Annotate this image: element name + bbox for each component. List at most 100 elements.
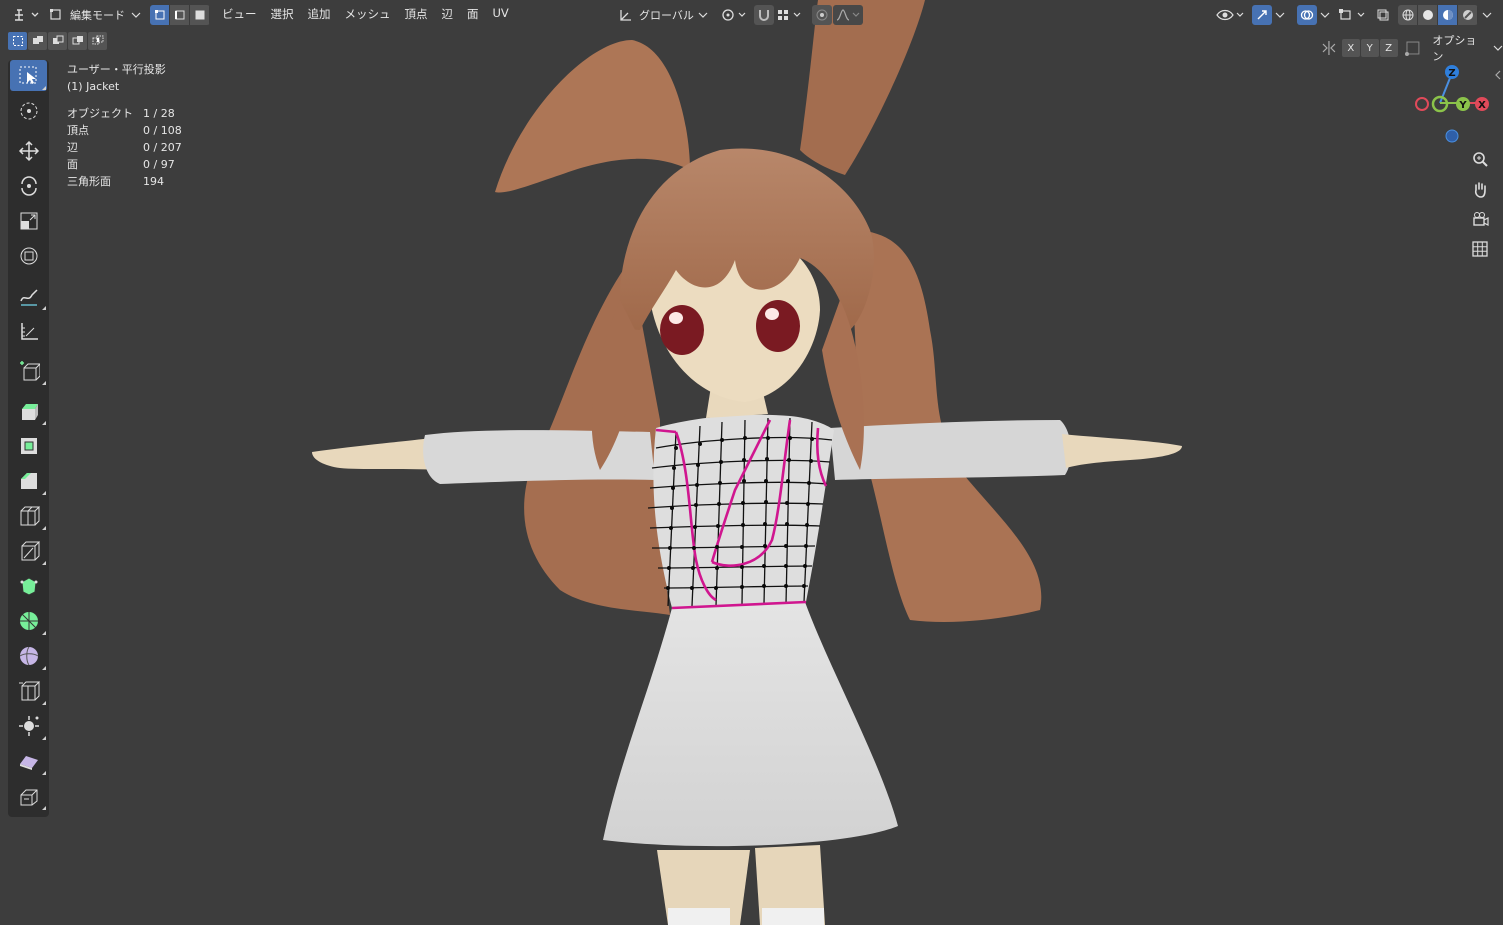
view-name: ユーザー・平行投影 — [67, 63, 166, 76]
face-select-button[interactable] — [190, 5, 210, 25]
transform-orientation-dropdown[interactable]: グローバル — [618, 5, 712, 25]
wireframe-shading-button[interactable] — [1398, 5, 1418, 25]
snap-toggle[interactable] — [754, 5, 774, 25]
poly-build-tool[interactable] — [10, 570, 47, 601]
menu-uv[interactable]: UV — [486, 4, 516, 24]
annotate-tool[interactable] — [10, 280, 47, 311]
perspective-toggle-button[interactable] — [1467, 236, 1493, 262]
overlay-toggle[interactable] — [1297, 5, 1317, 25]
proportional-edit-toggle[interactable] — [812, 5, 832, 25]
rotate-tool[interactable] — [10, 170, 47, 201]
gizmo-x-label: X — [1478, 100, 1486, 111]
rendered-shading-button[interactable] — [1458, 5, 1478, 25]
select-subtract-button[interactable] — [48, 32, 67, 50]
menu-face[interactable]: 面 — [460, 4, 486, 24]
inset-faces-tool[interactable] — [10, 430, 47, 461]
rip-region-icon — [20, 789, 37, 805]
orientation-label: グローバル — [639, 9, 694, 22]
eye-left — [660, 305, 704, 355]
menu-vertex[interactable]: 頂点 — [398, 4, 435, 24]
grid-icon — [1472, 241, 1488, 257]
menu-mesh[interactable]: メッシュ — [338, 4, 398, 24]
navigation-gizmo[interactable]: Z Y X — [1410, 60, 1495, 150]
cursor-icon — [20, 102, 37, 119]
3d-viewport[interactable] — [0, 0, 1503, 925]
spin-tool[interactable] — [10, 605, 47, 636]
mirror-icon — [1322, 41, 1336, 55]
mirror-x-toggle[interactable]: X — [1341, 39, 1360, 57]
select-intersect-icon — [92, 35, 103, 45]
topology-mirror-icon — [1404, 41, 1419, 56]
measure-tool[interactable] — [10, 315, 47, 346]
viewport-stats: ユーザー・平行投影 (1) Jacket オブジェクト 1 / 28 頂点 0 / … — [67, 61, 182, 190]
menu-view[interactable]: ビュー — [215, 4, 264, 24]
menu-edge[interactable]: 辺 — [435, 4, 461, 24]
pivot-icon — [722, 9, 746, 21]
gizmo-neg-x-axis — [1415, 97, 1429, 111]
select-extend-button[interactable] — [28, 32, 47, 50]
select-box-tool[interactable] — [10, 60, 47, 91]
select-invert-icon — [72, 36, 83, 45]
gizmo-dropdown[interactable] — [1273, 5, 1287, 25]
solid-shading-button[interactable] — [1418, 5, 1438, 25]
sleeve-left — [423, 430, 655, 484]
annotate-icon — [19, 288, 38, 306]
mirror-y-toggle[interactable]: Y — [1360, 39, 1379, 57]
menu-select[interactable]: 選択 — [264, 4, 301, 24]
overlay-dropdown[interactable] — [1318, 5, 1332, 25]
zoom-button[interactable] — [1467, 146, 1493, 172]
gizmo-toggle[interactable] — [1252, 5, 1272, 25]
object-name: (1) Jacket — [67, 80, 120, 93]
extrude-region-tool[interactable] — [10, 395, 47, 426]
snap-grid-icon — [778, 10, 801, 20]
chevron-down-icon — [1493, 45, 1503, 51]
vertex-select-icon — [154, 10, 164, 20]
material-sphere-icon — [1442, 10, 1453, 20]
arm-left — [312, 438, 440, 470]
move-tool[interactable] — [10, 135, 47, 166]
move-icon — [18, 140, 39, 161]
add-cube-tool[interactable] — [10, 355, 47, 386]
select-extend-icon — [32, 36, 43, 44]
measure-icon — [20, 322, 38, 340]
rendered-sphere-icon — [1462, 10, 1473, 20]
cursor-tool[interactable] — [10, 95, 47, 126]
loop-cut-tool[interactable] — [10, 500, 47, 531]
bevel-tool[interactable] — [10, 465, 47, 496]
select-new-button[interactable] — [8, 32, 27, 50]
snap-target-dropdown[interactable] — [775, 5, 805, 25]
smooth-tool[interactable] — [10, 640, 47, 671]
select-invert-button[interactable] — [68, 32, 87, 50]
mode-dropdown[interactable]: 編集モード — [48, 5, 144, 25]
mesh-edit-overlay-dropdown[interactable] — [1337, 5, 1369, 25]
knife-tool[interactable] — [10, 535, 47, 566]
pan-button[interactable] — [1467, 176, 1493, 202]
vertex-select-button[interactable] — [150, 5, 170, 25]
scale-tool[interactable] — [10, 205, 47, 236]
editor-type-button[interactable] — [10, 5, 42, 25]
material-shading-button[interactable] — [1438, 5, 1458, 25]
camera-view-button[interactable] — [1467, 206, 1493, 232]
edge-select-button[interactable] — [170, 5, 190, 25]
eye-left-white — [669, 312, 683, 324]
xray-toggle[interactable] — [1373, 5, 1393, 25]
visibility-dropdown[interactable] — [1215, 5, 1247, 25]
smooth-icon — [19, 646, 38, 665]
shrink-fatten-tool[interactable] — [10, 710, 47, 741]
select-intersect-button[interactable] — [88, 32, 107, 50]
edge-slide-tool[interactable] — [10, 675, 47, 706]
chevron-down-icon — [1275, 12, 1285, 18]
rip-region-tool[interactable] — [10, 780, 47, 811]
shear-tool[interactable] — [10, 745, 47, 776]
character-model[interactable] — [0, 0, 1503, 925]
shading-dropdown[interactable] — [1480, 5, 1494, 25]
mirror-z-toggle[interactable]: Z — [1379, 39, 1398, 57]
arm-right — [1062, 434, 1182, 468]
sidebar-toggle-icon[interactable] — [1494, 70, 1502, 80]
shrink-fatten-icon — [18, 715, 39, 736]
menu-add[interactable]: 追加 — [301, 4, 338, 24]
shading-mode-group — [1398, 5, 1478, 25]
transform-tool[interactable] — [10, 240, 47, 271]
pivot-point-dropdown[interactable] — [718, 5, 750, 25]
falloff-dropdown[interactable] — [833, 5, 863, 25]
